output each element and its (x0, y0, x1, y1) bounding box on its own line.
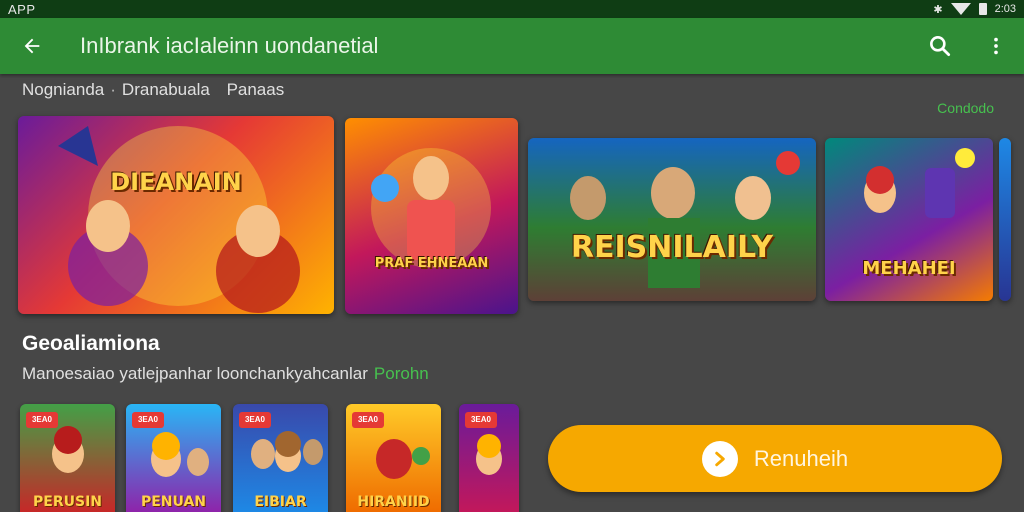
tile-title: PENUAN (140, 494, 207, 510)
search-icon (930, 36, 951, 57)
section2-title: Geoaliamiona (22, 332, 160, 355)
game-art (371, 148, 491, 268)
app-bar: InIbrank iacIaleinn uondanetial (0, 18, 1024, 74)
tile-title: PERUSIN (33, 494, 102, 510)
game-card-partial[interactable] (999, 138, 1011, 301)
game-tile[interactable]: 3EA0 EIBIAR (233, 404, 328, 512)
carrier-label: APP (8, 1, 36, 17)
app-title: InIbrank iacIaleinn uondanetial (80, 33, 379, 58)
game-tile[interactable]: 3EA0 PERUSIN (20, 404, 115, 512)
see-all-link[interactable]: Condodo (937, 100, 994, 116)
more-options-button[interactable] (968, 18, 1024, 74)
status-icons: ✱ 2:03 (933, 3, 1016, 16)
tile-title: EIBIAR (254, 494, 307, 510)
play-icon (701, 440, 738, 477)
section2-description: Manoesaiao yatlejpanhar loonchankyahcanl… (22, 364, 368, 383)
game-art (58, 126, 300, 313)
section2-subtitle: Manoesaiao yatlejpanhar loonchankyahcanl… (22, 364, 429, 384)
game-tile[interactable]: 3EA0 (459, 404, 519, 512)
game-card[interactable]: REISNILAILY (528, 138, 816, 301)
more-vert-icon (994, 37, 998, 55)
game-card[interactable]: MEHAHEI (825, 138, 993, 301)
clock: 2:03 (994, 3, 1016, 15)
card-title: REISNILAILY (570, 230, 774, 265)
game-card[interactable]: DIEANAIN (18, 116, 334, 314)
game-tile[interactable]: 3EA0 HIRANIID (346, 404, 441, 512)
battery-icon (978, 3, 987, 15)
tab-panaas[interactable]: Panaas (227, 80, 285, 99)
status-bar: APP ✱ 2:03 (0, 0, 1024, 18)
arrow-back-icon (24, 38, 40, 54)
tab-dranabuala[interactable]: Dranabuala (122, 80, 210, 99)
card-title: MEHAHEI (862, 258, 956, 279)
card-title: PRAF EHNEAAN (374, 256, 489, 271)
back-button[interactable] (0, 18, 64, 74)
game-art (476, 434, 502, 475)
game-art (570, 151, 800, 288)
game-tile[interactable]: 3EA0 PENUAN (126, 404, 221, 512)
cta-label: Renuheih (753, 445, 849, 471)
search-button[interactable] (912, 18, 968, 74)
tab-nognianda[interactable]: Nognianda (22, 80, 104, 99)
section2-link[interactable]: Porohn (374, 364, 429, 383)
renuheih-button[interactable]: Renuheih (548, 425, 1002, 492)
game-card[interactable]: PRAF EHNEAAN (345, 118, 518, 314)
section1-tabs: Nognianda · Dranabuala Panaas (22, 80, 285, 99)
bluetooth-icon: ✱ (933, 3, 943, 16)
tile-title: HIRANIID (357, 494, 430, 510)
card-title: DIEANAIN (110, 168, 242, 196)
wifi-icon (950, 3, 971, 15)
